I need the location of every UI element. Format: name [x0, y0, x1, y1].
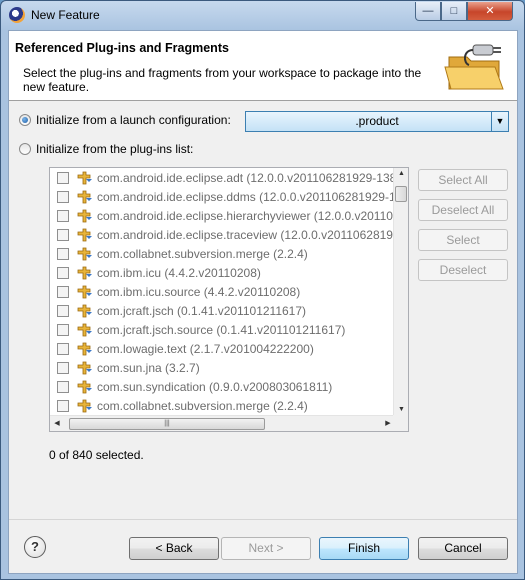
plugin-icon [77, 266, 93, 280]
plugin-checkbox[interactable] [57, 247, 69, 260]
eclipse-icon [9, 7, 25, 23]
vertical-scrollbar[interactable]: ▲ ▼ [393, 168, 408, 415]
deselect-button[interactable]: Deselect [418, 259, 508, 281]
plugin-checkbox[interactable] [57, 266, 69, 279]
plugin-label: com.ibm.icu (4.4.2.v20110208) [97, 265, 261, 280]
plugin-checkbox[interactable] [57, 228, 69, 241]
plugin-icon [77, 247, 93, 261]
dialog-client: Referenced Plug-ins and Fragments Select… [8, 30, 518, 574]
list-item[interactable]: com.android.ide.eclipse.hierarchyviewer … [50, 206, 395, 225]
plugin-checkbox[interactable] [57, 399, 69, 412]
list-item[interactable]: com.sun.syndication (0.9.0.v200803061811… [50, 377, 395, 396]
scroll-left-icon[interactable]: ◀ [52, 419, 62, 427]
launch-config-option[interactable]: Initialize from a launch configuration: [19, 111, 231, 129]
wizard-header: Referenced Plug-ins and Fragments Select… [9, 31, 517, 101]
list-item[interactable]: com.sun.jna (3.2.7) [50, 358, 395, 377]
vertical-scroll-thumb[interactable] [395, 186, 407, 202]
plugin-icon [77, 209, 93, 223]
plugin-label: com.android.ide.eclipse.ddms (12.0.0.v20… [97, 189, 395, 204]
plugin-label: com.android.ide.eclipse.hierarchyviewer … [97, 208, 395, 223]
horizontal-scroll-thumb[interactable]: ||| [69, 418, 265, 430]
help-icon[interactable]: ? [24, 536, 46, 558]
plugin-label: com.android.ide.eclipse.traceview (12.0.… [97, 227, 395, 242]
plugin-icon [77, 342, 93, 356]
launch-config-label: Initialize from a launch configuration: [36, 113, 231, 127]
plugin-label: com.collabnet.subversion.merge (2.2.4) [97, 398, 308, 413]
list-item[interactable]: com.jcraft.jsch (0.1.41.v201101211617) [50, 301, 395, 320]
plugin-checkbox[interactable] [57, 380, 69, 393]
plugin-icon [77, 361, 93, 375]
horizontal-scrollbar[interactable]: ◀ ||| ▶ [50, 415, 395, 431]
folder-plug-icon [444, 44, 504, 90]
launch-config-select[interactable]: .product ▼ [245, 111, 509, 132]
plugin-checkbox[interactable] [57, 171, 69, 184]
list-item[interactable]: com.android.ide.eclipse.ddms (12.0.0.v20… [50, 187, 395, 206]
list-item[interactable]: com.collabnet.subversion.merge (2.2.4) [50, 244, 395, 263]
scroll-down-icon[interactable]: ▼ [394, 406, 409, 413]
plugin-label: com.jcraft.jsch (0.1.41.v201101211617) [97, 303, 307, 318]
plugin-label: com.sun.jna (3.2.7) [97, 360, 200, 375]
deselect-all-button[interactable]: Deselect All [418, 199, 508, 221]
plugin-icon [77, 399, 93, 413]
chevron-down-icon[interactable]: ▼ [491, 112, 508, 131]
select-button[interactable]: Select [418, 229, 508, 251]
list-item[interactable]: com.ibm.icu (4.4.2.v20110208) [50, 263, 395, 282]
plugin-checkbox[interactable] [57, 209, 69, 222]
next-button[interactable]: Next > [221, 537, 311, 560]
plugin-checkbox[interactable] [57, 361, 69, 374]
plugins-list-option[interactable]: Initialize from the plug-ins list: [19, 140, 193, 158]
plugin-checkbox[interactable] [57, 323, 69, 336]
maximize-button[interactable]: □ [441, 2, 467, 21]
finish-button[interactable]: Finish [319, 537, 409, 560]
list-item[interactable]: com.android.ide.eclipse.adt (12.0.0.v201… [50, 168, 395, 187]
plugins-list-radio[interactable] [19, 143, 31, 155]
plugin-checkbox[interactable] [57, 285, 69, 298]
list-item[interactable]: com.android.ide.eclipse.traceview (12.0.… [50, 225, 395, 244]
plugin-label: com.collabnet.subversion.merge (2.2.4) [97, 246, 308, 261]
plugin-icon [77, 171, 93, 185]
list-item[interactable]: com.ibm.icu.source (4.4.2.v20110208) [50, 282, 395, 301]
plugin-icon [77, 228, 93, 242]
page-title: Referenced Plug-ins and Fragments [15, 41, 229, 55]
plugins-list-rows: com.android.ide.eclipse.adt (12.0.0.v201… [50, 168, 395, 415]
list-item[interactable]: com.collabnet.subversion.merge (2.2.4) [50, 396, 395, 415]
plugin-checkbox[interactable] [57, 304, 69, 317]
plugins-list-label: Initialize from the plug-ins list: [36, 142, 194, 156]
title-bar[interactable]: New Feature — □ ✕ [1, 1, 524, 29]
scroll-up-icon[interactable]: ▲ [394, 170, 409, 177]
plugin-label: com.ibm.icu.source (4.4.2.v20110208) [97, 284, 301, 299]
plugin-label: com.android.ide.eclipse.adt (12.0.0.v201… [97, 170, 395, 185]
plugin-checkbox[interactable] [57, 190, 69, 203]
plugin-checkbox[interactable] [57, 342, 69, 355]
list-item[interactable]: com.lowagie.text (2.1.7.v201004222200) [50, 339, 395, 358]
minimize-button[interactable]: — [415, 2, 441, 21]
select-all-button[interactable]: Select All [418, 169, 508, 191]
plugins-list[interactable]: com.android.ide.eclipse.adt (12.0.0.v201… [49, 167, 409, 432]
plugin-icon [77, 323, 93, 337]
window-title: New Feature [31, 8, 100, 22]
plugin-label: com.jcraft.jsch.source (0.1.41.v20110121… [97, 322, 346, 337]
selection-status: 0 of 840 selected. [49, 448, 144, 462]
plugin-icon [77, 285, 93, 299]
scroll-right-icon[interactable]: ▶ [383, 419, 393, 427]
dialog-window: New Feature — □ ✕ Referenced Plug-ins an… [0, 0, 525, 580]
plugin-icon [77, 304, 93, 318]
back-button[interactable]: < Back [129, 537, 219, 560]
cancel-button[interactable]: Cancel [418, 537, 508, 560]
plugin-label: com.lowagie.text (2.1.7.v201004222200) [97, 341, 314, 356]
plugin-label: com.sun.syndication (0.9.0.v200803061811… [97, 379, 333, 394]
launch-config-value: .product [355, 114, 399, 128]
scroll-corner [393, 415, 408, 431]
plugin-icon [77, 380, 93, 394]
plugin-icon [77, 190, 93, 204]
launch-config-radio[interactable] [19, 114, 31, 126]
close-button[interactable]: ✕ [467, 2, 513, 21]
footer-divider [9, 519, 517, 520]
list-item[interactable]: com.jcraft.jsch.source (0.1.41.v20110121… [50, 320, 395, 339]
page-description: Select the plug-ins and fragments from y… [23, 66, 422, 94]
